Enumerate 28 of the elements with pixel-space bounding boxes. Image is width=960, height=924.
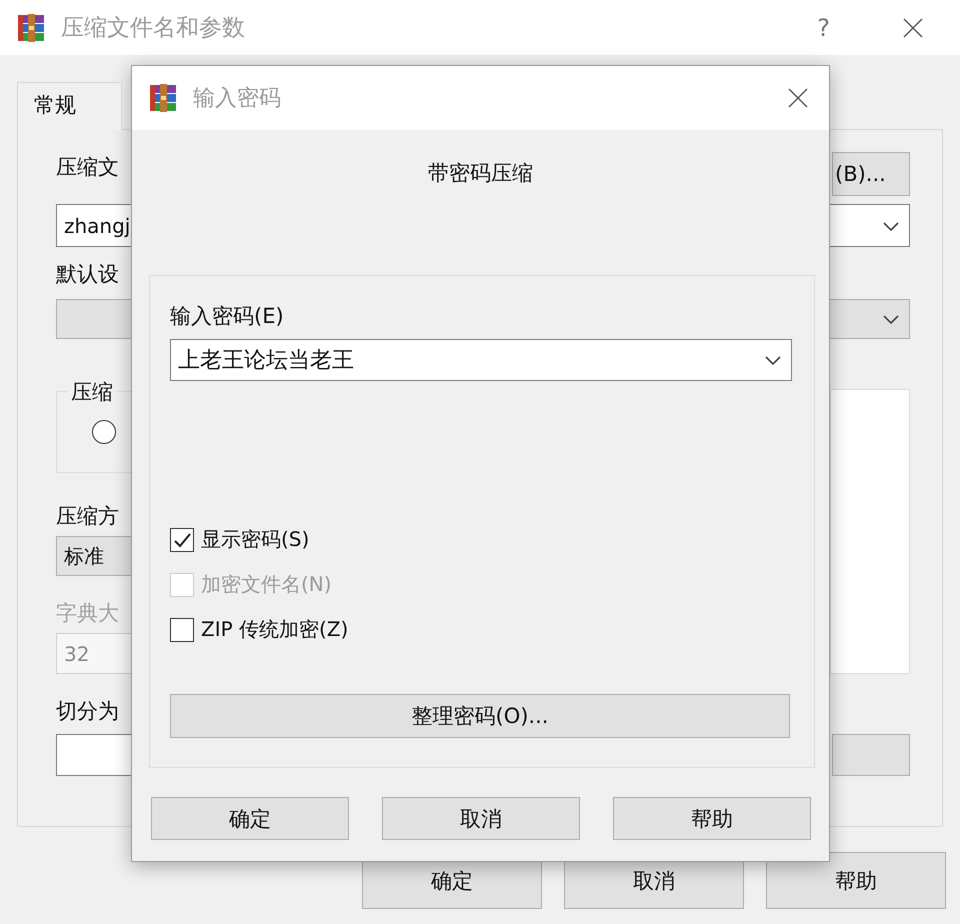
close-icon <box>787 87 809 109</box>
help-button[interactable]: ? <box>817 14 830 42</box>
organize-passwords-button[interactable]: 整理密码(O)... <box>170 694 790 738</box>
checkbox-label: 显示密码(S) <box>201 526 310 553</box>
dialog-heading: 带密码压缩 <box>428 160 533 187</box>
checkbox[interactable] <box>170 618 194 642</box>
field-label: 字典大 <box>56 600 119 627</box>
field-label: 默认设 <box>56 261 119 288</box>
window-title: 压缩文件名和参数 <box>61 14 245 43</box>
window-title: 输入密码 <box>193 85 281 113</box>
stacked-books-icon <box>149 83 177 113</box>
tab[interactable]: 常规 <box>17 82 122 130</box>
field-label: 切分为 <box>56 698 119 725</box>
close-icon <box>902 16 924 38</box>
field-label: 压缩方 <box>56 503 119 530</box>
radio-button[interactable] <box>92 420 116 444</box>
password-combo[interactable]: 上老王论坛当老王 <box>170 339 792 381</box>
field-label: 压缩文 <box>56 154 119 181</box>
dialog-button[interactable]: 帮助 <box>766 852 946 909</box>
checkbox-label: ZIP 传统加密(Z) <box>201 616 348 643</box>
dialog-button[interactable]: 确定 <box>151 797 349 840</box>
browse-button[interactable]: (B)... <box>832 152 910 196</box>
field-label: 输入密码(E) <box>170 303 284 330</box>
dialog-button[interactable]: 取消 <box>382 797 580 840</box>
checkbox-label: 加密文件名(N) <box>201 571 332 598</box>
dialog-button[interactable]: 帮助 <box>613 797 811 840</box>
stacked-books-icon <box>17 12 45 42</box>
checkbox[interactable] <box>170 528 194 552</box>
